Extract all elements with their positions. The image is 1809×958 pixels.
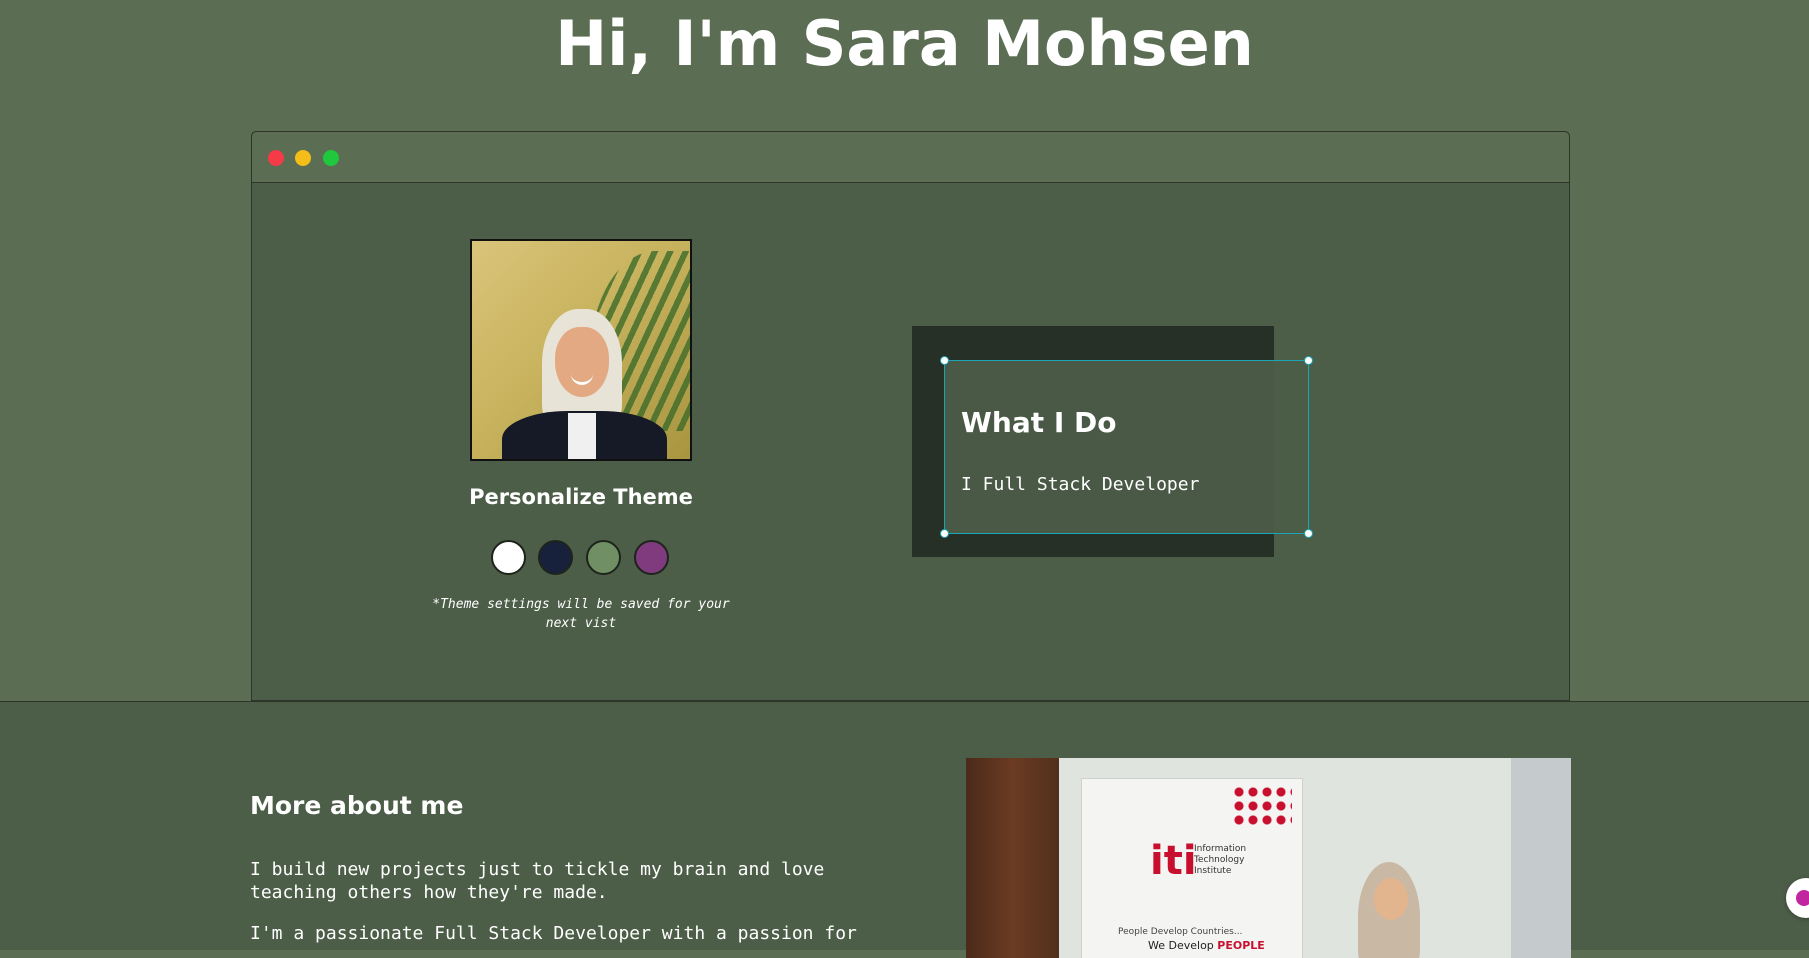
photo-wall-shape — [1511, 758, 1571, 958]
theme-swatches — [491, 540, 671, 576]
profile-avatar — [470, 239, 692, 461]
about-paragraph-1: I build new projects just to tickle my b… — [250, 859, 825, 903]
chat-icon — [1796, 890, 1809, 906]
about-photo: iti Information Technology Institute Peo… — [966, 758, 1571, 958]
iti-logo-mark: iti — [1150, 838, 1197, 884]
resize-handle-bottom-left[interactable] — [940, 529, 949, 538]
theme-swatch-blue[interactable] — [538, 540, 573, 575]
maximize-dot-icon[interactable] — [323, 150, 339, 166]
photo-person-face-shape — [1374, 878, 1408, 920]
what-i-do-card[interactable]: What I Do I Full Stack Developer — [940, 356, 1313, 538]
banner-dots-shape — [1232, 785, 1292, 825]
minimize-dot-icon[interactable] — [295, 150, 311, 166]
banner-tagline-1: People Develop Countries... — [1118, 927, 1243, 937]
what-i-do-text: I Full Stack Developer — [961, 474, 1200, 495]
photo-banner: iti Information Technology Institute Peo… — [1081, 778, 1303, 958]
theme-swatch-green[interactable] — [586, 540, 621, 575]
about-paragraph-2: I'm a passionate Full Stack Developer wi… — [250, 923, 857, 944]
what-i-do-title: What I Do — [961, 406, 1117, 439]
avatar-face-shape — [555, 327, 609, 397]
theme-swatch-purple[interactable] — [634, 540, 669, 575]
photo-door-shape — [966, 758, 1059, 958]
about-section: More about me I build new projects just … — [0, 702, 1809, 958]
hero-title: Hi, I'm Sara Mohsen — [555, 7, 1254, 80]
theme-note: *Theme settings will be saved for your n… — [432, 597, 730, 631]
theme-heading: Personalize Theme — [469, 485, 693, 509]
about-heading: More about me — [250, 791, 464, 820]
banner-tagline-2: We Develop PEOPLE — [1148, 939, 1265, 952]
close-dot-icon[interactable] — [268, 150, 284, 166]
resize-handle-top-right[interactable] — [1304, 356, 1313, 365]
theme-swatch-light[interactable] — [491, 540, 526, 575]
iti-logo-words: Information Technology Institute — [1194, 844, 1247, 876]
resize-handle-top-left[interactable] — [940, 356, 949, 365]
avatar-shirt-shape — [568, 413, 596, 459]
resize-handle-bottom-right[interactable] — [1304, 529, 1313, 538]
browser-window: Personalize Theme *Theme settings will b… — [251, 131, 1570, 701]
window-titlebar — [252, 132, 1569, 183]
